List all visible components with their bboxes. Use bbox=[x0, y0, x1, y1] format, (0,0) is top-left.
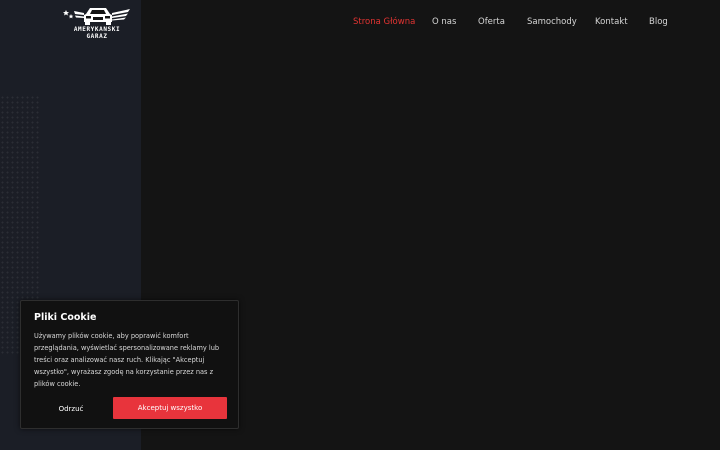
nav-item-blog[interactable]: Blog bbox=[649, 17, 668, 27]
cookie-title: Pliki Cookie bbox=[34, 312, 97, 323]
car-logo-icon bbox=[63, 8, 130, 25]
nav-item-about[interactable]: O nas bbox=[432, 17, 456, 27]
site-logo[interactable]: AMERYKANSKI GARAZ bbox=[62, 5, 132, 43]
nav-item-cars[interactable]: Samochody bbox=[527, 17, 577, 27]
logo-text-line1: AMERYKANSKI bbox=[73, 26, 121, 33]
cookie-description: Używamy plików cookie, aby poprawić komf… bbox=[34, 332, 220, 388]
accept-all-cookies-button[interactable]: Akceptuj wszystko bbox=[113, 397, 227, 419]
nav-item-home[interactable]: Strona Główna bbox=[353, 17, 415, 27]
decline-cookies-button[interactable]: Odrzuć bbox=[34, 398, 108, 419]
nav-item-contact[interactable]: Kontakt bbox=[595, 17, 628, 27]
logo-text-line2: GARAZ bbox=[86, 33, 108, 40]
nav-item-offer[interactable]: Oferta bbox=[478, 17, 505, 27]
cookie-consent-dialog: Pliki Cookie Używamy plików cookie, aby … bbox=[20, 300, 239, 429]
